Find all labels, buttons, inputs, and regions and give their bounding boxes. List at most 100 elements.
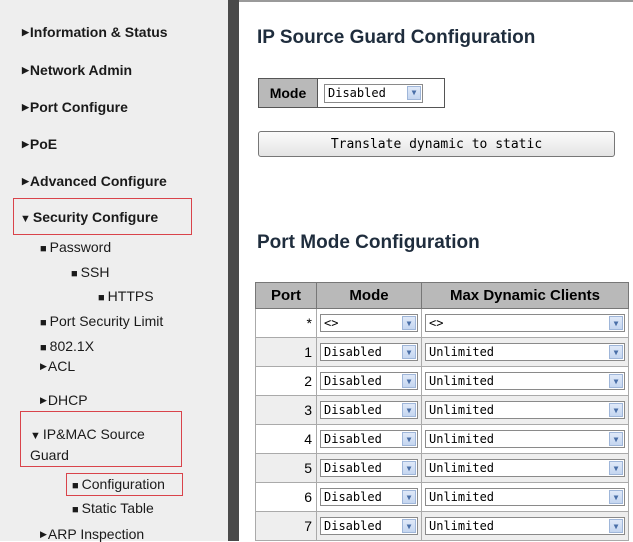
table-row: 1 Disabled ▼ Unlimited ▼ bbox=[255, 337, 629, 367]
frame-divider bbox=[228, 0, 239, 541]
port-mode-select[interactable]: Disabled ▼ bbox=[320, 343, 418, 361]
max-clients-select[interactable]: Unlimited ▼ bbox=[425, 343, 625, 361]
max-clients-select[interactable]: Unlimited ▼ bbox=[425, 401, 625, 419]
port-cell: 7 bbox=[255, 511, 317, 541]
chevron-down-icon: ▼ bbox=[402, 519, 416, 533]
max-cell: Unlimited ▼ bbox=[421, 511, 629, 541]
chevron-down-icon: ▼ bbox=[609, 403, 623, 417]
nav-network-admin[interactable]: ▶Network Admin bbox=[22, 62, 132, 78]
page-title: IP Source Guard Configuration bbox=[257, 27, 536, 48]
mode-row: Mode Disabled ▼ bbox=[258, 78, 445, 108]
mode-cell: Disabled ▼ bbox=[316, 453, 422, 483]
port-mode-select[interactable]: Disabled ▼ bbox=[320, 372, 418, 390]
nav-poe[interactable]: ▶PoE bbox=[22, 136, 57, 152]
max-cell: Unlimited ▼ bbox=[421, 337, 629, 367]
max-clients-header: Max Dynamic Clients bbox=[421, 282, 629, 309]
port-header: Port bbox=[255, 282, 317, 309]
chevron-down-icon: ▼ bbox=[609, 432, 623, 446]
chevron-down-icon: ▼ bbox=[609, 519, 623, 533]
nav-information-status[interactable]: ▶Information & Status bbox=[22, 24, 168, 40]
nav-configuration[interactable]: ■ Configuration bbox=[72, 476, 165, 492]
port-mode-select[interactable]: Disabled ▼ bbox=[320, 488, 418, 506]
max-cell: Unlimited ▼ bbox=[421, 424, 629, 454]
arrow-right-icon: ▶ bbox=[40, 361, 47, 371]
table-row: 7 Disabled ▼ Unlimited ▼ bbox=[255, 511, 629, 541]
bullet-icon: ■ bbox=[72, 480, 79, 492]
mode-cell: Disabled ▼ bbox=[316, 337, 422, 367]
translate-dynamic-button[interactable]: Translate dynamic to static bbox=[258, 131, 615, 157]
nav-password[interactable]: ■ Password bbox=[40, 239, 111, 255]
max-clients-select[interactable]: Unlimited ▼ bbox=[425, 430, 625, 448]
mode-cell: Disabled ▼ bbox=[318, 79, 444, 107]
mode-cell: <> ▼ bbox=[316, 308, 422, 338]
nav-port-security-limit[interactable]: ■ Port Security Limit bbox=[40, 313, 163, 329]
chevron-down-icon: ▼ bbox=[402, 461, 416, 475]
bullet-icon: ■ bbox=[40, 243, 47, 255]
nav-security-configure[interactable]: ▼ Security Configure bbox=[20, 209, 158, 225]
port-mode-title: Port Mode Configuration bbox=[257, 232, 480, 253]
nav-802-1x[interactable]: ■ 802.1X bbox=[40, 338, 94, 354]
nav-arp-inspection[interactable]: ▶ARP Inspection bbox=[40, 526, 144, 542]
max-cell: Unlimited ▼ bbox=[421, 453, 629, 483]
mode-cell: Disabled ▼ bbox=[316, 395, 422, 425]
max-cell: <> ▼ bbox=[421, 308, 629, 338]
arrow-right-icon: ▶ bbox=[22, 65, 29, 75]
mode-cell: Disabled ▼ bbox=[316, 482, 422, 512]
nav-acl[interactable]: ▶ACL bbox=[40, 358, 75, 374]
arrow-right-icon: ▶ bbox=[40, 395, 47, 405]
bullet-icon: ■ bbox=[40, 317, 47, 329]
arrow-right-icon: ▶ bbox=[22, 139, 29, 149]
chevron-down-icon: ▼ bbox=[402, 374, 416, 388]
sidebar: ▶Information & Status ▶Network Admin ▶Po… bbox=[0, 0, 228, 542]
mode-header: Mode bbox=[316, 282, 422, 309]
nav-https[interactable]: ■ HTTPS bbox=[98, 288, 154, 304]
table-row: 2 Disabled ▼ Unlimited ▼ bbox=[255, 366, 629, 396]
max-cell: Unlimited ▼ bbox=[421, 395, 629, 425]
port-mode-select[interactable]: Disabled ▼ bbox=[320, 430, 418, 448]
port-mode-select[interactable]: Disabled ▼ bbox=[320, 517, 418, 535]
mode-cell: Disabled ▼ bbox=[316, 511, 422, 541]
max-clients-select[interactable]: <> ▼ bbox=[425, 314, 625, 332]
arrow-right-icon: ▶ bbox=[22, 27, 29, 37]
nav-static-table[interactable]: ■ Static Table bbox=[72, 500, 154, 516]
port-mode-select[interactable]: <> ▼ bbox=[320, 314, 418, 332]
mode-cell: Disabled ▼ bbox=[316, 366, 422, 396]
mode-label: Mode bbox=[259, 79, 318, 107]
top-border bbox=[239, 0, 633, 2]
chevron-down-icon: ▼ bbox=[402, 345, 416, 359]
table-row: 3 Disabled ▼ Unlimited ▼ bbox=[255, 395, 629, 425]
port-mode-table: Port Mode Max Dynamic Clients * <> ▼ <> ▼ 1 Di… bbox=[255, 282, 629, 541]
bullet-icon: ■ bbox=[40, 342, 47, 354]
max-clients-select[interactable]: Unlimited ▼ bbox=[425, 488, 625, 506]
chevron-down-icon: ▼ bbox=[407, 85, 421, 100]
max-clients-select[interactable]: Unlimited ▼ bbox=[425, 517, 625, 535]
max-clients-select[interactable]: Unlimited ▼ bbox=[425, 459, 625, 477]
mode-select[interactable]: Disabled ▼ bbox=[324, 83, 423, 103]
mode-cell: Disabled ▼ bbox=[316, 424, 422, 454]
nav-dhcp[interactable]: ▶DHCP bbox=[40, 392, 88, 408]
nav-port-configure[interactable]: ▶Port Configure bbox=[22, 99, 128, 115]
bullet-icon: ■ bbox=[98, 292, 105, 304]
nav-ssh[interactable]: ■ SSH bbox=[71, 264, 109, 280]
max-cell: Unlimited ▼ bbox=[421, 366, 629, 396]
nav-advanced-configure[interactable]: ▶Advanced Configure bbox=[22, 173, 167, 189]
arrow-right-icon: ▶ bbox=[40, 529, 47, 539]
port-cell: 6 bbox=[255, 482, 317, 512]
port-mode-select[interactable]: Disabled ▼ bbox=[320, 401, 418, 419]
port-cell: 4 bbox=[255, 424, 317, 454]
chevron-down-icon: ▼ bbox=[402, 316, 416, 330]
max-clients-select[interactable]: Unlimited ▼ bbox=[425, 372, 625, 390]
max-cell: Unlimited ▼ bbox=[421, 482, 629, 512]
bullet-icon: ■ bbox=[72, 504, 79, 516]
port-cell: 1 bbox=[255, 337, 317, 367]
port-cell: 5 bbox=[255, 453, 317, 483]
chevron-down-icon: ▼ bbox=[402, 403, 416, 417]
chevron-down-icon: ▼ bbox=[609, 490, 623, 504]
port-mode-select[interactable]: Disabled ▼ bbox=[320, 459, 418, 477]
arrow-down-icon: ▼ bbox=[20, 213, 31, 225]
nav-ipmac-source-guard[interactable]: ▼ IP&MAC Source Guard bbox=[30, 425, 180, 465]
arrow-down-icon: ▼ bbox=[30, 430, 41, 442]
chevron-down-icon: ▼ bbox=[609, 374, 623, 388]
chevron-down-icon: ▼ bbox=[609, 316, 623, 330]
port-cell: 2 bbox=[255, 366, 317, 396]
